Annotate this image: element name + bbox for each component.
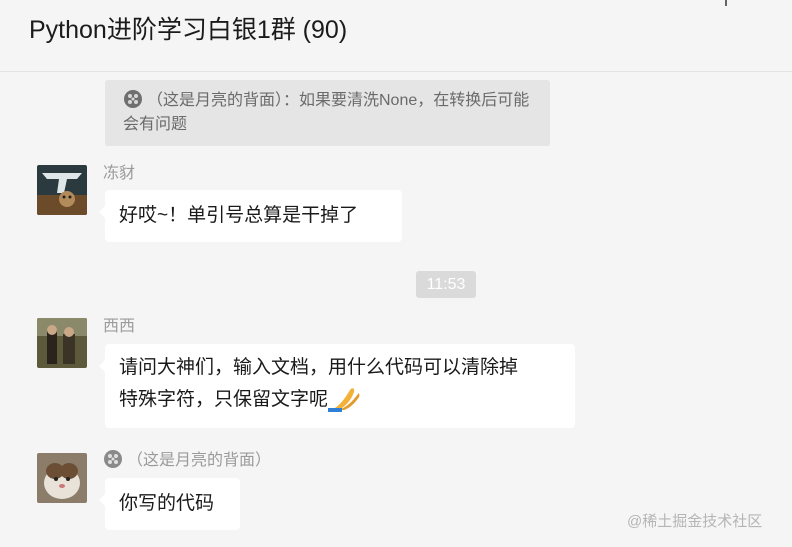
message-text: 你写的代码 (119, 493, 215, 514)
chat-title: Python进阶学习白银1群 (90) (29, 16, 348, 44)
sender-name: 冻豺 (103, 165, 136, 182)
message-bubble[interactable]: 好哎~！单引号总算是干掉了 (99, 190, 402, 242)
pin-icon[interactable] (716, 0, 736, 8)
praying-hands-emoji (328, 388, 360, 412)
quoted-message: （这是月亮的背面）：如果要清洗None，在转换后可能会有问题 (105, 80, 550, 146)
more-icon[interactable] (764, 0, 776, 4)
watermark: @稀土掘金技术社区 (627, 513, 763, 530)
quote-text: （这是月亮的背面）：如果要清洗None，在转换后可能会有问题 (123, 92, 530, 133)
sender-name: （这是月亮的背面） (103, 446, 271, 470)
chat-header: Python进阶学习白银1群 (90) (0, 0, 792, 72)
avatar[interactable] (37, 318, 87, 368)
moon-icon (124, 90, 142, 108)
message-text-line: 请问大神们，输入文档，用什么代码可以清除掉 (119, 357, 519, 378)
message-text-line: 特殊字符，只保留文字呢 (119, 389, 329, 410)
sender-name: 西西 (103, 318, 136, 335)
message-text: 好哎~！单引号总算是干掉了 (119, 205, 359, 226)
sender-name-text: （这是月亮的背面） (127, 452, 272, 469)
timestamp: 11:53 (416, 271, 476, 298)
message-bubble[interactable]: 请问大神们，输入文档，用什么代码可以清除掉 特殊字符，只保留文字呢 (99, 344, 575, 428)
avatar[interactable] (37, 453, 87, 503)
message-bubble[interactable]: 你写的代码 (99, 478, 240, 530)
avatar[interactable] (37, 165, 87, 215)
moon-icon (104, 450, 122, 468)
